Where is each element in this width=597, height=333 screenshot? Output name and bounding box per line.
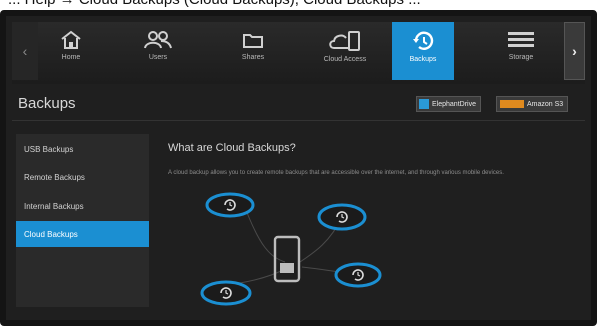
cloud-backup-icon-1 — [205, 192, 255, 218]
cloud-backup-icon-2 — [317, 203, 367, 231]
bottom-white-strip — [0, 326, 597, 333]
nav-label-cloud-access: Cloud Access — [323, 56, 367, 63]
nav-label-users: Users — [148, 54, 168, 61]
nav-item-home[interactable]: Home — [42, 22, 100, 80]
elephantdrive-logo-icon — [419, 99, 429, 109]
nav-item-users[interactable]: Users — [129, 22, 187, 80]
top-navigation: ‹ Home Users Shares Cloud Access Backups… — [12, 22, 585, 84]
provider-elephantdrive-button[interactable]: ElephantDrive — [416, 96, 481, 112]
nav-item-shares[interactable]: Shares — [224, 22, 282, 80]
sidebar-item-remote-backups[interactable]: Remote Backups — [16, 164, 149, 190]
nav-item-cloud-access[interactable]: Cloud Access — [310, 22, 380, 80]
cloud-access-icon — [329, 31, 360, 51]
nav-scroll-left-button[interactable]: ‹ — [12, 22, 38, 80]
header-divider — [12, 120, 585, 121]
storage-icon — [508, 32, 534, 47]
users-icon — [144, 31, 172, 49]
top-fragment-text: ... Help → Cloud Backups (Cloud Backups)… — [8, 0, 421, 8]
folder-icon — [243, 34, 263, 48]
amazon-logo-icon — [500, 100, 524, 108]
nav-item-storage[interactable]: Storage — [492, 22, 550, 80]
provider-amazon-s3-button[interactable]: Amazon S3 — [496, 96, 569, 112]
provider-elephantdrive-label: ElephantDrive — [432, 100, 476, 108]
cloud-backup-diagram — [200, 192, 382, 306]
sidebar-item-usb-backups[interactable]: USB Backups — [16, 136, 149, 162]
sidebar-item-cloud-backups[interactable]: Cloud Backups — [16, 221, 149, 247]
nav-label-storage: Storage — [508, 54, 534, 61]
nav-scroll-right-button[interactable]: › — [564, 22, 585, 80]
top-cropped-text: ... Help → Cloud Backups (Cloud Backups)… — [0, 0, 597, 10]
nav-item-backups[interactable]: Backups — [392, 22, 454, 80]
nav-label-shares: Shares — [241, 54, 265, 61]
content-heading: What are Cloud Backups? — [168, 142, 296, 154]
content-description: A cloud backup allows you to create remo… — [168, 170, 504, 176]
nav-label-home: Home — [61, 54, 81, 61]
page-title: Backups — [18, 95, 76, 112]
backups-sidebar: USB Backups Remote Backups Internal Back… — [16, 134, 149, 307]
page-header: Backups ElephantDrive Amazon S3 — [12, 88, 585, 118]
nav-label-backups: Backups — [409, 56, 437, 63]
provider-amazon-s3-label: Amazon S3 — [527, 100, 564, 108]
cloud-backup-icon-3 — [334, 262, 382, 288]
cloud-backup-icon-4 — [200, 280, 252, 306]
home-icon — [61, 30, 81, 49]
backup-clock-icon — [413, 31, 434, 50]
sidebar-item-internal-backups[interactable]: Internal Backups — [16, 193, 149, 219]
